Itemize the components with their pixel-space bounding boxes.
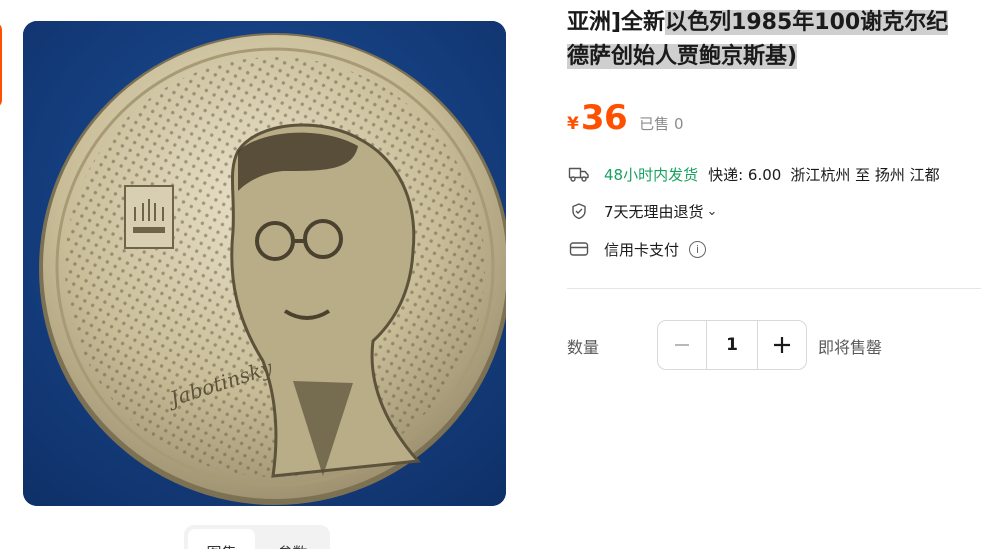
shipping-route[interactable]: 浙江杭州 至 扬州 江都 [790, 164, 939, 185]
product-image[interactable]: Jabotinsky [23, 21, 506, 506]
credit-card-icon [568, 238, 590, 260]
shipping-promise: 48小时内发货 [604, 165, 699, 184]
stock-note: 即将售罄 [818, 338, 883, 357]
side-edge-tab[interactable] [0, 22, 2, 108]
info-icon[interactable]: i [689, 240, 707, 258]
shipping-row: 48小时内发货 快递: 6.00 浙江杭州 至 扬州 江都 [568, 163, 940, 185]
product-title: 亚洲]全新以色列1985年100谢克尔纪 德萨创始人贾鲍京斯基) [567, 6, 981, 74]
shipping-fee: 快递: 6.00 [708, 165, 782, 184]
chevron-down-icon: ⌄ [706, 203, 718, 219]
truck-icon [568, 163, 590, 185]
coin-photo: Jabotinsky [23, 21, 506, 506]
payment-row: 信用卡支付 i [568, 238, 707, 260]
price-value: 36 [580, 98, 628, 138]
title-highlight-1: 以色列1985年100谢克尔纪 [665, 10, 949, 35]
section-divider [567, 288, 981, 289]
decrease-button[interactable] [658, 321, 706, 369]
return-policy: 7天无理由退货 [604, 202, 704, 221]
currency-symbol: ¥ [567, 114, 579, 134]
return-icon [568, 200, 590, 222]
price-row: ¥ 36 已售 0 [567, 98, 683, 138]
tab-params[interactable]: 参数 [259, 529, 326, 549]
tab-gallery[interactable]: 图集 [188, 529, 255, 549]
minus-icon [675, 344, 690, 346]
quantity-input[interactable]: 1 [706, 321, 758, 369]
return-row[interactable]: 7天无理由退货 ⌄ [568, 200, 717, 222]
quantity-label: 数量 [567, 338, 600, 357]
title-highlight-2: 德萨创始人贾鲍京斯基) [567, 44, 798, 69]
image-tab-bar: 图集 参数 [184, 525, 330, 549]
quantity-stepper: 1 [657, 320, 807, 370]
sold-count: 已售 0 [639, 115, 684, 133]
payment-method: 信用卡支付 [604, 240, 680, 259]
increase-button[interactable] [758, 321, 806, 369]
title-plain: 亚洲]全新 [567, 10, 666, 35]
plus-icon [773, 337, 790, 353]
product-page: Jabotinsky 图集 参数 亚洲]全新以色列1985年100谢克尔纪 德萨… [0, 0, 981, 549]
